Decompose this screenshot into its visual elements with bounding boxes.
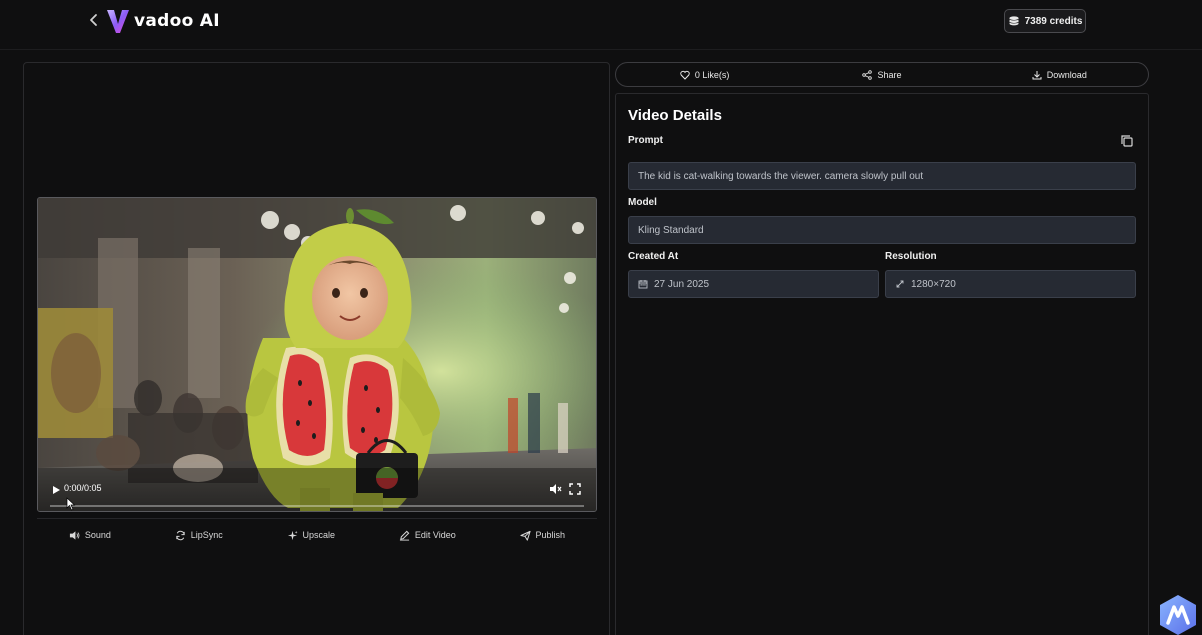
heart-icon [680,70,690,80]
download-label: Download [1046,69,1087,80]
video-action-bar: 0 Like(s) Share Download [615,62,1149,87]
edit-video-button[interactable]: Edit Video [399,530,456,541]
mouse-cursor-icon [66,497,76,511]
brand-name: vadoo AI [134,11,220,31]
pencil-icon [399,530,410,541]
publish-button[interactable]: Publish [519,530,566,541]
prompt-value: The kid is cat-walking towards the viewe… [638,170,924,182]
expand-icon [896,280,904,288]
publish-label: Publish [535,530,566,540]
details-title: Video Details [628,107,722,124]
model-label: Model [628,197,657,208]
video-frame-thumbnail [38,198,596,511]
resolution-value: 1280×720 [911,278,956,290]
video-details-panel: Video Details Prompt The kid is cat-walk… [615,93,1149,635]
credits-label: 7389 credits [1024,15,1083,27]
fullscreen-icon[interactable] [568,482,582,496]
resolution-field[interactable]: 1280×720 [885,270,1136,298]
created-at-field[interactable]: 27 Jun 2025 [628,270,879,298]
calendar-icon [638,280,648,289]
created-at-label: Created At [628,251,679,262]
mute-icon[interactable] [548,482,562,496]
like-count: 0 Like(s) [694,69,730,80]
like-button[interactable]: 0 Like(s) [616,70,793,80]
refresh-icon [176,530,185,540]
send-icon [519,530,531,541]
sparkle-icon [287,530,298,540]
download-button[interactable]: Download [971,70,1148,80]
video-player[interactable]: 0:00/0:05 [37,197,597,512]
coins-icon [1008,16,1019,26]
share-button[interactable]: Share [793,70,970,80]
assistant-logo-icon[interactable] [1158,594,1198,635]
created-at-value: 27 Jun 2025 [654,278,710,290]
copy-icon[interactable] [1120,134,1134,148]
video-tools-toolbar: Sound LipSync Upscale Edit Video Publish [37,523,597,547]
brand-logo[interactable]: vadoo AI [106,7,220,35]
toolbar-divider [37,518,597,519]
prompt-label: Prompt [628,135,663,146]
video-progress-bar[interactable] [50,505,584,507]
back-arrow-icon[interactable] [84,10,104,30]
edit-video-label: Edit Video [414,530,456,540]
top-header: vadoo AI 7389 credits [0,0,1202,50]
video-controls: 0:00/0:05 [38,471,596,511]
speaker-icon [69,530,80,540]
play-icon[interactable] [50,483,62,495]
share-icon [862,69,873,80]
sound-label: Sound [84,530,111,540]
upscale-button[interactable]: Upscale [287,530,336,541]
model-value: Kling Standard [638,224,704,236]
vadoo-logo-icon [107,10,129,33]
prompt-field[interactable]: The kid is cat-walking towards the viewe… [628,162,1136,190]
lipsync-label: LipSync [190,530,223,540]
video-preview-panel: 0:00/0:05 Sound LipSync Upscale Edit Vid… [23,62,610,635]
resolution-label: Resolution [885,251,937,262]
upscale-label: Upscale [302,530,336,540]
lipsync-button[interactable]: LipSync [175,530,223,541]
share-label: Share [877,69,902,80]
sound-button[interactable]: Sound [69,530,111,541]
model-field[interactable]: Kling Standard [628,216,1136,244]
playback-time: 0:00/0:05 [64,483,102,493]
credits-badge[interactable]: 7389 credits [1004,9,1086,33]
download-icon [1032,70,1042,79]
